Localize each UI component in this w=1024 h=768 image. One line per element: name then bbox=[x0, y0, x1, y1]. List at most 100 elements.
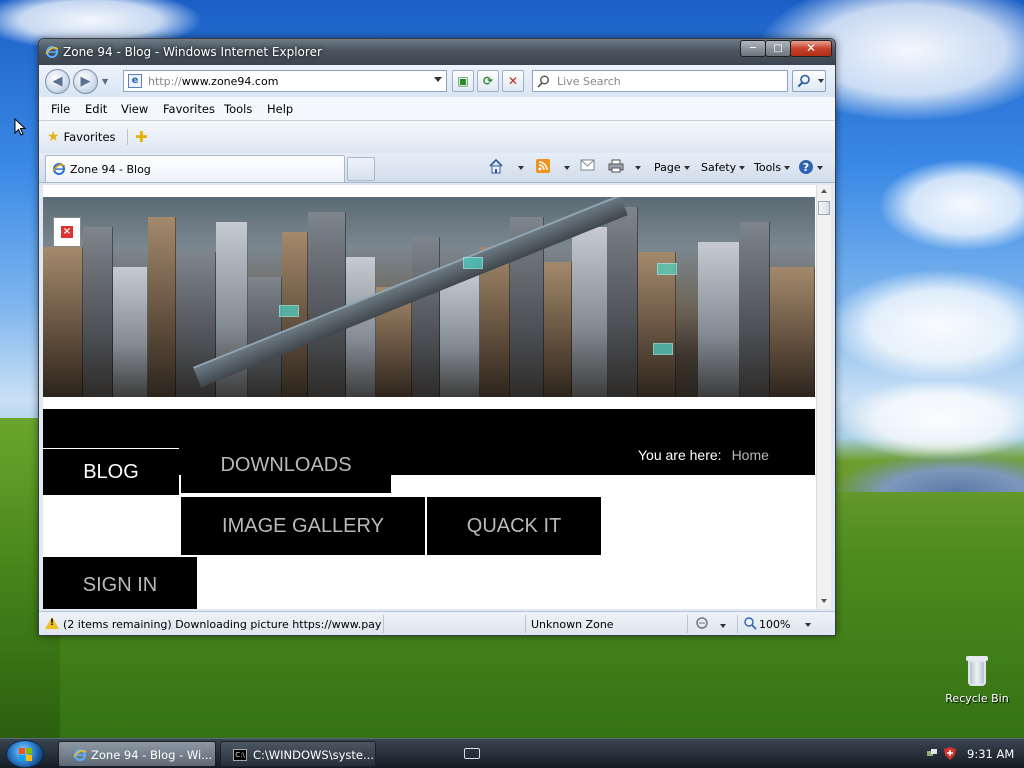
breadcrumb-home-link[interactable]: Home bbox=[732, 447, 769, 463]
breadcrumb: You are here: Home bbox=[638, 447, 769, 463]
help-dropdown-icon[interactable] bbox=[814, 161, 823, 174]
zoom-dropdown-icon[interactable] bbox=[805, 623, 811, 627]
menu-tools[interactable]: Tools bbox=[224, 102, 252, 116]
star-icon: ★ bbox=[47, 129, 60, 145]
nav-downloads[interactable]: DOWNLOADS bbox=[181, 437, 391, 493]
title-bar[interactable]: Zone 94 - Blog - Windows Internet Explor… bbox=[39, 39, 835, 65]
nav-image-gallery[interactable]: IMAGE GALLERY bbox=[181, 497, 425, 555]
vertical-scrollbar[interactable] bbox=[816, 185, 831, 609]
status-bar: ! (2 items remaining) Downloading pictur… bbox=[39, 611, 835, 635]
keyboard-icon[interactable] bbox=[464, 748, 480, 759]
tab-row: Zone 94 - Blog Page Safety Tools ? bbox=[39, 153, 835, 183]
ie-logo-icon bbox=[52, 162, 66, 179]
cloud bbox=[840, 380, 1024, 460]
scroll-down-icon[interactable] bbox=[821, 599, 827, 603]
print-dropdown-icon[interactable] bbox=[632, 161, 641, 174]
print-icon[interactable] bbox=[608, 159, 624, 176]
back-button[interactable]: ◀ bbox=[45, 69, 70, 94]
command-prompt-icon: C:\ bbox=[233, 749, 247, 761]
windows-logo-icon bbox=[19, 748, 33, 762]
nav-sign-in[interactable]: SIGN IN bbox=[43, 557, 197, 609]
broken-image-icon: × bbox=[53, 217, 81, 247]
menu-edit[interactable]: Edit bbox=[85, 102, 107, 116]
search-placeholder: Live Search bbox=[557, 75, 621, 88]
system-tray: 9:31 AM bbox=[920, 739, 1024, 768]
recycle-bin-image bbox=[964, 656, 990, 688]
refresh-button[interactable]: ⟳ bbox=[477, 70, 499, 92]
page-icon: e bbox=[128, 74, 142, 88]
network-icon[interactable] bbox=[926, 747, 938, 759]
header-banner-image: × bbox=[43, 197, 815, 397]
taskbar-item-cmd[interactable]: C:\ C:\WINDOWS\syste... bbox=[220, 741, 376, 767]
mail-icon[interactable] bbox=[580, 159, 595, 174]
taskbar-item-label: Zone 94 - Blog - Wi... bbox=[91, 748, 213, 762]
menu-view[interactable]: View bbox=[121, 102, 148, 116]
page-menu[interactable]: Page bbox=[654, 161, 690, 174]
cloud bbox=[830, 270, 1024, 380]
scroll-up-icon[interactable] bbox=[821, 189, 827, 193]
rss-feed-icon[interactable] bbox=[536, 159, 550, 176]
nav-quack-it[interactable]: QUACK IT bbox=[427, 497, 601, 555]
menu-help[interactable]: Help bbox=[267, 102, 293, 116]
cloud bbox=[880, 160, 1024, 250]
security-shield-icon[interactable] bbox=[944, 747, 956, 760]
minimize-button[interactable]: ─ bbox=[740, 40, 766, 57]
window-title: Zone 94 - Blog - Windows Internet Explor… bbox=[63, 45, 322, 59]
new-tab-button[interactable] bbox=[347, 157, 375, 181]
recycle-bin-icon[interactable]: Recycle Bin bbox=[942, 656, 1012, 705]
protected-mode-icon[interactable] bbox=[695, 616, 711, 633]
stop-button[interactable]: ✕ bbox=[502, 70, 524, 92]
svg-text:?: ? bbox=[803, 161, 809, 174]
search-go-button[interactable] bbox=[792, 70, 826, 92]
distant-hills bbox=[830, 452, 1024, 492]
maximize-button[interactable]: □ bbox=[765, 40, 791, 57]
security-zone: Unknown Zone bbox=[531, 618, 614, 631]
compatibility-view-button[interactable]: ▣ bbox=[452, 70, 474, 92]
page-viewport[interactable]: × You are here: Home BLOG DOWNLOADS IMAGE… bbox=[43, 185, 816, 609]
home-dropdown-icon[interactable] bbox=[515, 161, 524, 174]
recycle-bin-label: Recycle Bin bbox=[945, 692, 1009, 705]
recent-pages-dropdown-icon[interactable]: ▼ bbox=[102, 77, 108, 86]
tab-zone94-blog[interactable]: Zone 94 - Blog bbox=[45, 155, 345, 182]
menu-file[interactable]: File bbox=[51, 102, 70, 116]
breadcrumb-label: You are here: bbox=[638, 447, 722, 463]
tab-title: Zone 94 - Blog bbox=[70, 163, 151, 176]
protected-mode-dropdown-icon[interactable] bbox=[717, 619, 726, 632]
taskbar-item-label: C:\WINDOWS\syste... bbox=[253, 748, 374, 762]
safety-menu[interactable]: Safety bbox=[701, 161, 746, 174]
taskbar: Zone 94 - Blog - Wi... C:\ C:\WINDOWS\sy… bbox=[0, 738, 1024, 768]
close-button[interactable]: ✕ bbox=[790, 40, 832, 57]
divider bbox=[383, 615, 384, 633]
divider bbox=[127, 129, 128, 145]
taskbar-item-ie[interactable]: Zone 94 - Blog - Wi... bbox=[58, 741, 216, 767]
address-dropdown-icon[interactable] bbox=[434, 77, 442, 82]
ie-logo-icon bbox=[73, 748, 87, 765]
zoom-icon[interactable] bbox=[743, 616, 757, 633]
search-options-dropdown-icon[interactable] bbox=[818, 79, 824, 83]
magnifier-icon bbox=[797, 74, 811, 91]
favorites-bar: ★ Favorites ✚ bbox=[39, 121, 835, 153]
forward-button[interactable]: ▶ bbox=[73, 69, 98, 94]
scroll-thumb[interactable] bbox=[818, 201, 830, 215]
ie-window: Zone 94 - Blog - Windows Internet Explor… bbox=[38, 38, 836, 636]
home-icon[interactable] bbox=[488, 158, 504, 177]
add-favorite-icon[interactable]: ✚ bbox=[135, 128, 148, 146]
clock[interactable]: 9:31 AM bbox=[967, 747, 1014, 761]
feeds-dropdown-icon[interactable] bbox=[561, 161, 570, 174]
search-input[interactable]: Live Search bbox=[532, 70, 788, 92]
nav-blog[interactable]: BLOG bbox=[43, 449, 179, 495]
menu-favorites[interactable]: Favorites bbox=[163, 102, 215, 116]
status-message: (2 items remaining) Downloading picture … bbox=[63, 618, 381, 631]
start-button[interactable] bbox=[6, 740, 44, 768]
navigation-bar: ◀ ▶ ▼ e http://www.zone94.com ▣ ⟳ ✕ Live… bbox=[39, 65, 835, 97]
divider bbox=[687, 615, 688, 633]
ie-logo-icon bbox=[45, 45, 59, 62]
favorites-button[interactable]: ★ Favorites bbox=[47, 129, 116, 145]
help-icon[interactable]: ? bbox=[798, 159, 814, 178]
divider bbox=[737, 615, 738, 633]
menu-bar: File Edit View Favorites Tools Help bbox=[39, 97, 835, 121]
divider bbox=[525, 615, 526, 633]
zoom-level[interactable]: 100% bbox=[759, 618, 790, 631]
tools-menu[interactable]: Tools bbox=[754, 161, 791, 174]
address-bar[interactable]: e http://www.zone94.com bbox=[123, 70, 447, 92]
